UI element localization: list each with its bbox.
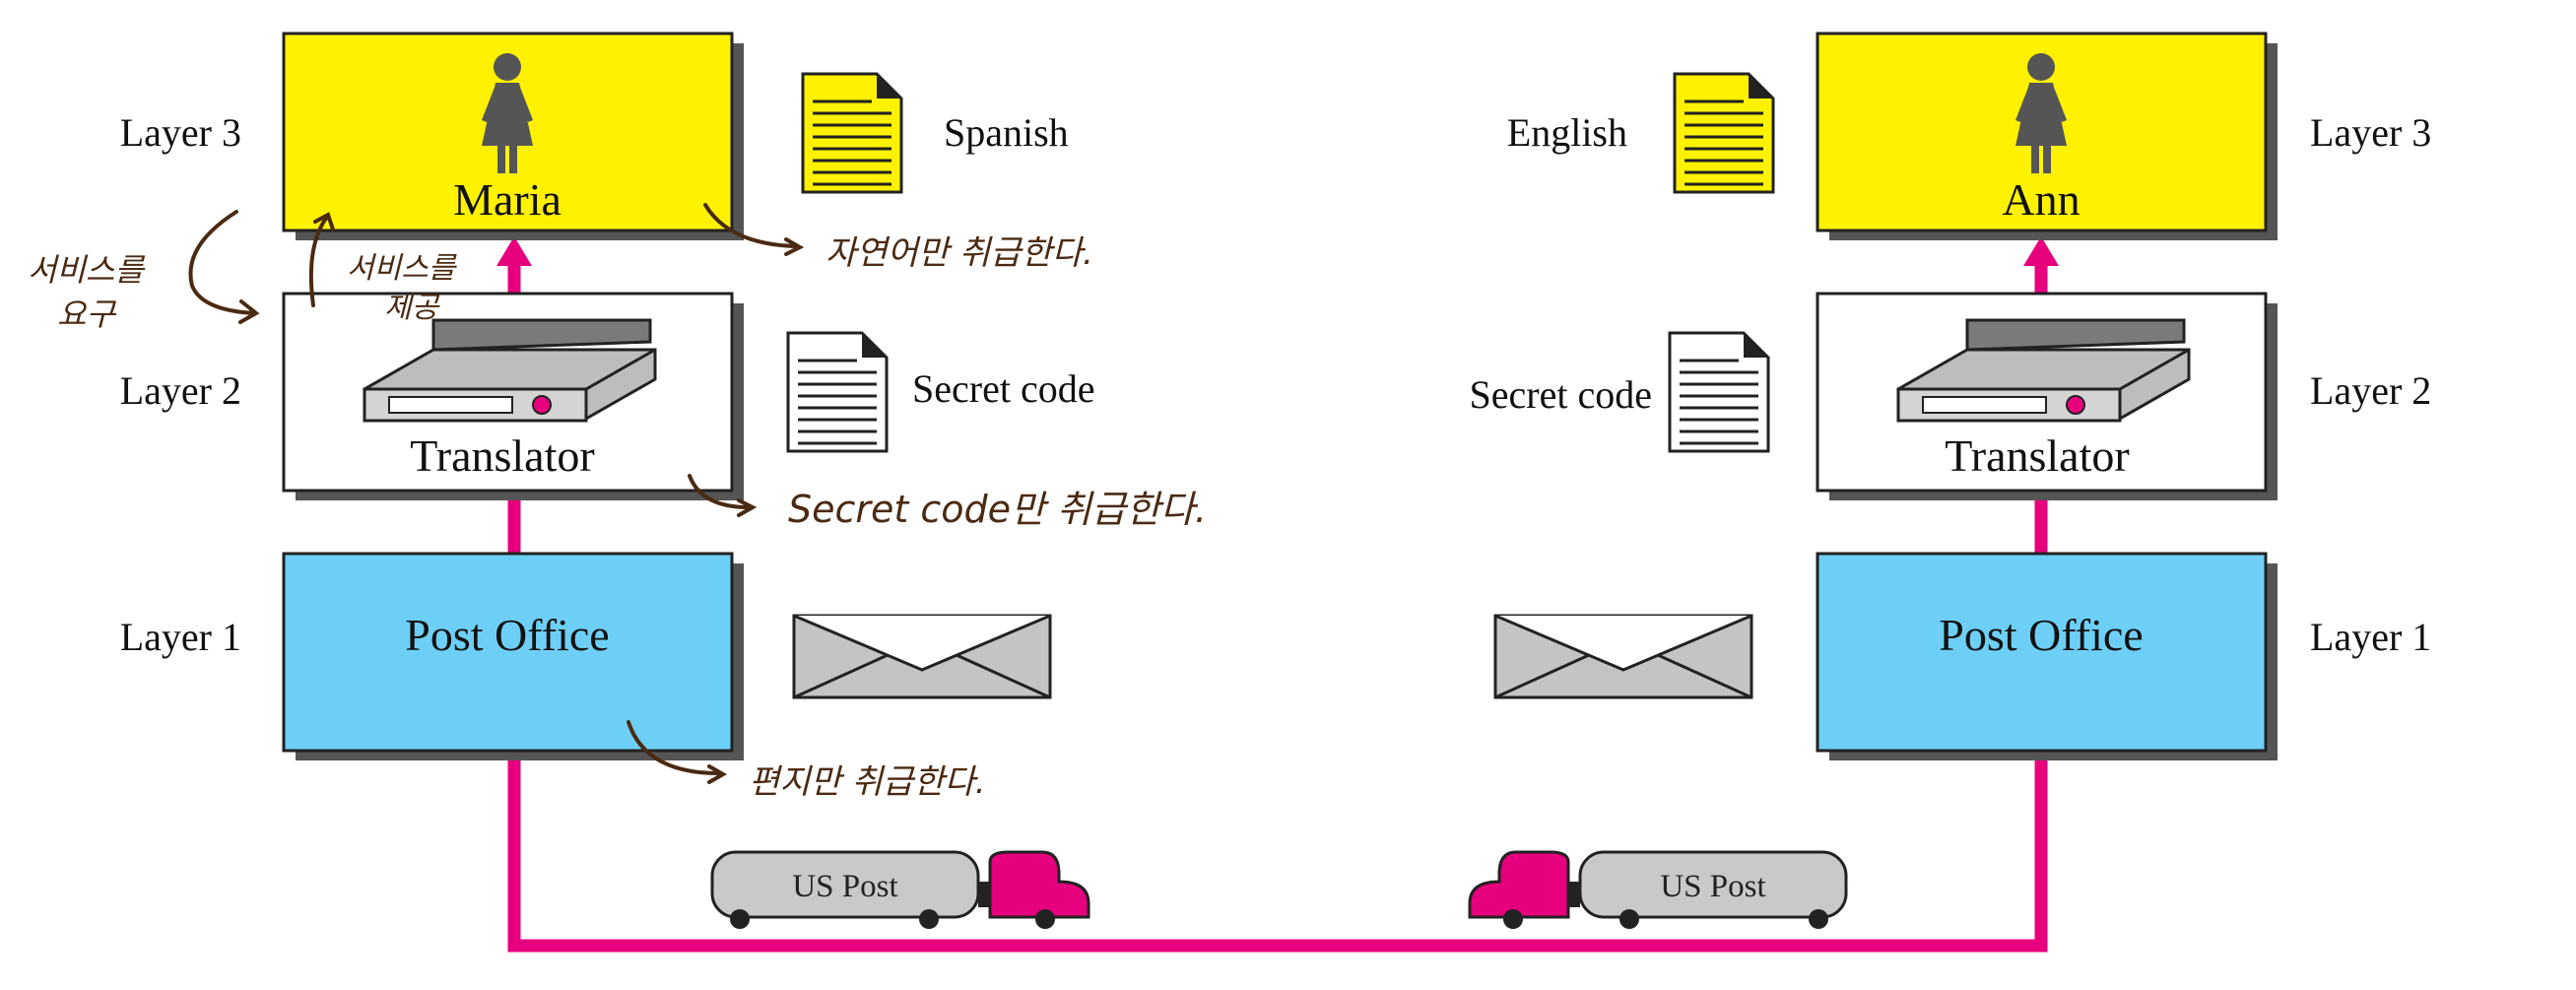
envelope-icon (792, 614, 1052, 699)
note-layer3: 자연어만 취급한다. (826, 233, 1093, 273)
left-layer2-box: Translator (282, 292, 744, 500)
left-truck-label: US Post (792, 869, 897, 904)
left-doc-label-secret: Secret code (912, 366, 1094, 411)
right-post-office-label: Post Office (1939, 610, 2143, 660)
left-post-office-label: Post Office (405, 610, 609, 660)
note-provide-service-line1: 서비스를 (347, 251, 458, 286)
left-doc-label-spanish: Spanish (944, 110, 1069, 155)
truck-icon: US Post (1468, 850, 1848, 929)
right-doc-label-english: English (1507, 110, 1627, 155)
left-layer1-label: Layer 1 (120, 615, 241, 659)
right-layer1-label: Layer 1 (2310, 615, 2431, 659)
left-layer3-label: Layer 3 (120, 110, 241, 155)
right-layer2-box: Translator (1816, 292, 2278, 500)
note-layer2: Secret code만 취급한다. (788, 488, 1207, 531)
up-arrow-left (496, 236, 532, 266)
note-request-service-line1: 서비스를 (28, 251, 146, 289)
right-layer2-label: Layer 2 (2310, 368, 2431, 413)
note-provide-service-line2: 제공 (384, 291, 441, 325)
note-layer1: 편지만 취급한다. (749, 762, 986, 802)
up-arrow-right (2023, 236, 2059, 266)
left-person-name: Maria (453, 174, 561, 225)
right-person-name: Ann (2002, 174, 2080, 225)
right-translator-label: Translator (1945, 430, 2129, 481)
truck-icon: US Post (710, 850, 1090, 929)
layer-diagram: Maria Layer 3 Translator Layer 2 Post Of… (0, 0, 2576, 985)
document-icon (1673, 72, 1775, 194)
right-doc-label-secret: Secret code (1470, 372, 1652, 417)
note-request-service-line2: 요구 (57, 296, 116, 333)
document-icon (801, 72, 903, 194)
document-icon (1668, 331, 1770, 453)
envelope-icon (1493, 614, 1753, 699)
left-translator-label: Translator (410, 430, 594, 481)
document-icon (786, 331, 889, 453)
left-layer2-label: Layer 2 (120, 368, 241, 413)
right-layer1-box: Post Office (1816, 552, 2278, 760)
request-service-arrow (188, 210, 256, 315)
right-layer3-box: Ann (1816, 32, 2278, 240)
left-layer3-box: Maria (282, 32, 744, 240)
right-truck-label: US Post (1660, 869, 1765, 904)
right-layer3-label: Layer 3 (2310, 110, 2431, 155)
left-layer1-box: Post Office (282, 552, 744, 760)
